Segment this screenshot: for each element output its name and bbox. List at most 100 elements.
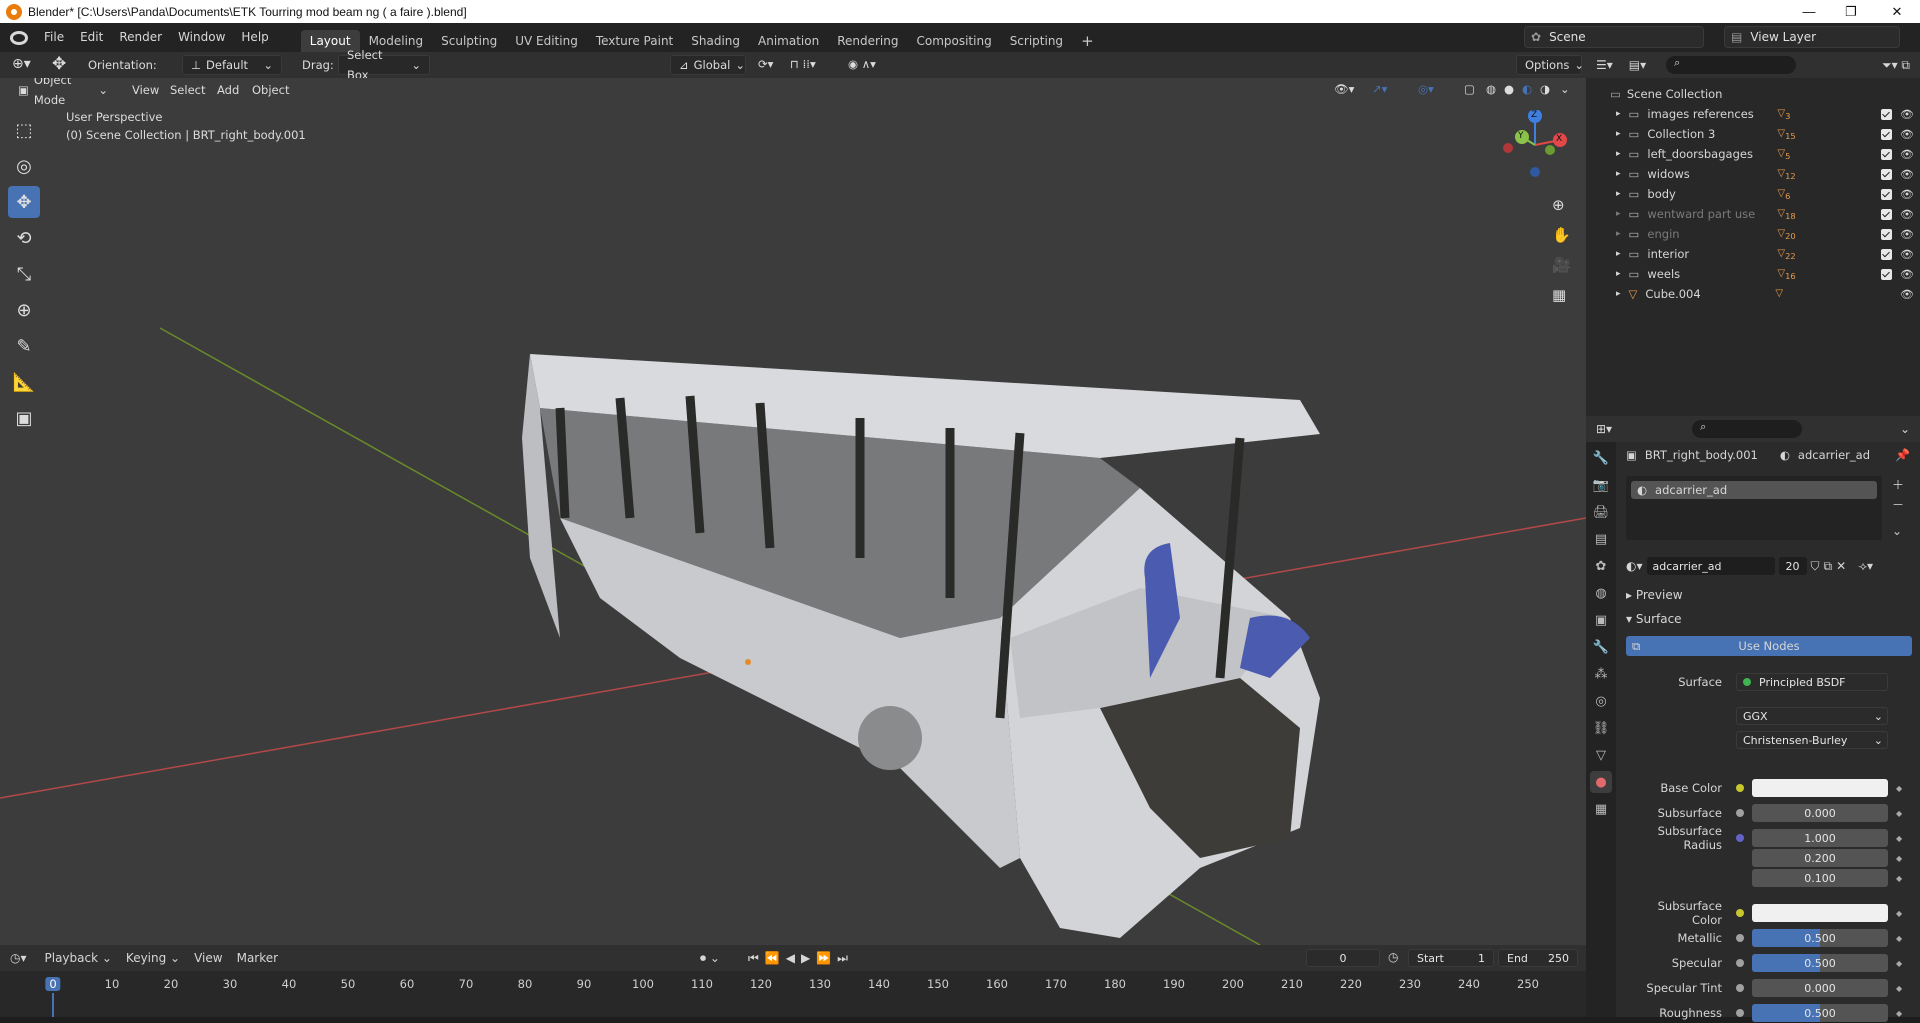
exclude-checkbox[interactable] [1881,208,1892,220]
tab-shading[interactable]: Shading [682,30,749,52]
tab-rendering[interactable]: Rendering [828,30,907,52]
snap-magnet-icon[interactable]: ⊓ ⁞⁞▾ [790,57,816,71]
menu-timeline-view[interactable]: View [194,951,222,965]
keyframe-dot-icon[interactable]: ◆ [1896,809,1902,818]
unlink-material-icon[interactable]: ✕ [1836,559,1846,573]
param-number-field[interactable]: 0.100 [1752,869,1888,887]
use-nodes-button[interactable]: ⧉ Use Nodes [1626,636,1912,656]
outliner-item[interactable]: ▸ ▭ wentward part use ▽18 👁 [1586,204,1920,224]
outliner-item[interactable]: ▸ ▭ engin ▽20 👁 [1586,224,1920,244]
wireframe-shading-icon[interactable]: ◍ [1486,82,1496,96]
eye-icon[interactable]: 👁 [1900,288,1914,301]
eye-icon[interactable]: 👁 [1900,168,1914,181]
param-number-field[interactable]: 1.000 [1752,829,1888,847]
rendered-shading-icon[interactable]: ◑ [1540,82,1550,96]
filter-icon[interactable]: ⏷▾ ⧉ [1882,58,1910,73]
3d-viewport[interactable]: ▣ Object Mode ⌄ View Select Add Object 👁▾ … [0,78,1586,945]
scale-icon[interactable]: ⤡ [8,258,40,290]
slot-specials-icon[interactable]: ⌄ [1892,524,1902,538]
minimize-button[interactable]: — [1786,0,1832,23]
preview-panel-header[interactable]: ▸ Preview [1626,588,1683,602]
eye-icon[interactable]: 👁 [1900,268,1914,281]
keyframe-dot-icon[interactable]: ◆ [1896,934,1902,943]
visibility-icon[interactable]: 👁▾ [1334,82,1354,96]
outliner-editor-icon[interactable]: ☰▾ [1596,58,1613,72]
current-frame-field[interactable]: 0 [1306,949,1380,967]
blender-menu-icon[interactable] [10,30,28,45]
material-tab-icon[interactable]: ● [1590,771,1612,793]
material-slots-list[interactable]: ◐ adcarrier_ad [1626,476,1882,540]
keyframe-dot-icon[interactable]: ◆ [1896,784,1902,793]
auto-keying-icon[interactable]: ⏺ ⌄ [700,951,720,966]
end-frame-field[interactable]: End 250 [1498,949,1578,967]
physics-tab-icon[interactable]: ◎ [1590,690,1612,712]
zoom-icon[interactable]: ⊕ [1552,196,1565,214]
menu-view[interactable]: View [132,83,159,97]
eye-icon[interactable]: 👁 [1900,228,1914,241]
cursor-icon[interactable]: ◎ [8,150,40,182]
eye-icon[interactable]: 👁 [1900,128,1914,141]
add-slot-button[interactable]: ＋ [1892,476,1904,493]
maximize-button[interactable]: ❐ [1828,0,1874,23]
keyframe-dot-icon[interactable]: ◆ [1896,984,1902,993]
param-number-field[interactable]: 0.200 [1752,849,1888,867]
distribution-dropdown[interactable]: GGX ⌄ [1736,707,1888,725]
outliner-search-input[interactable]: ⌕ [1666,56,1797,74]
keyframe-dot-icon[interactable]: ◆ [1896,834,1902,843]
material-users-count[interactable]: 20 [1778,557,1807,575]
display-mode-icon[interactable]: ▤▾ [1629,58,1646,72]
scene-selector[interactable]: ✿ Scene [1524,26,1704,48]
param-number-field[interactable]: 0.000 [1752,979,1888,997]
add-workspace-button[interactable]: + [1072,30,1103,52]
exclude-checkbox[interactable] [1881,108,1892,120]
camera-view-icon[interactable]: 🎥 [1552,256,1571,274]
tab-compositing[interactable]: Compositing [907,30,1000,52]
view-layer-selector[interactable]: ▤ View Layer [1724,26,1900,48]
exclude-checkbox[interactable] [1881,228,1892,240]
annotate-icon[interactable]: ✎ [8,330,40,362]
exclude-checkbox[interactable] [1881,128,1892,140]
particles-tab-icon[interactable]: ⁂ [1590,663,1612,685]
outliner-item[interactable]: ▸ ▭ Collection 3 ▽15 👁 [1586,124,1920,144]
duplicate-material-icon[interactable]: ⧉ [1824,559,1833,574]
grid-view-icon[interactable]: ▦ [1552,286,1566,304]
start-frame-field[interactable]: Start 1 [1408,949,1494,967]
menu-marker[interactable]: Marker [237,951,278,965]
eye-icon[interactable]: 👁 [1900,248,1914,261]
surface-shader-field[interactable]: Principled BSDF [1736,673,1888,691]
menu-select[interactable]: Select [170,83,205,97]
close-button[interactable]: ✕ [1874,0,1920,23]
playback-controls[interactable]: ⏮⏪◀▶⏩⏭ [748,951,854,966]
menu-object[interactable]: Object [252,83,289,97]
output-tab-icon[interactable]: 🖨 [1590,501,1612,523]
eye-icon[interactable]: 👁 [1900,188,1914,201]
subsurface-method-dropdown[interactable]: Christensen-Burley ⌄ [1736,731,1888,749]
expand-arrow-icon[interactable]: ▸ [1616,209,1621,219]
select-box-icon[interactable]: ⬚ [8,114,40,146]
keyframe-dot-icon[interactable]: ◆ [1896,909,1902,918]
param-number-field[interactable]: 0.000 [1752,804,1888,822]
tab-sculpting[interactable]: Sculpting [432,30,506,52]
tab-animation[interactable]: Animation [749,30,828,52]
exclude-checkbox[interactable] [1881,248,1892,260]
menu-help[interactable]: Help [233,23,276,52]
timeline-editor-icon[interactable]: ◷▾ [10,951,27,965]
outliner-item[interactable]: ▸ ▭ interior ▽22 👁 [1586,244,1920,264]
move-icon[interactable]: ✥ [8,186,40,218]
playhead-line[interactable] [52,993,54,1017]
solid-shading-icon[interactable]: ● [1504,82,1514,96]
expand-arrow-icon[interactable]: ▸ [1616,129,1621,139]
outliner-item[interactable]: ▸ ▭ images references ▽3 👁 [1586,104,1920,124]
surface-panel-header[interactable]: ▾ Surface [1626,612,1682,626]
keyframe-dot-icon[interactable]: ◆ [1896,1009,1902,1018]
tab-scripting[interactable]: Scripting [1001,30,1072,52]
fake-user-icon[interactable]: ⛉ [1811,559,1820,574]
orientation-dropdown[interactable]: ⊥ Default ⌄ [182,55,282,75]
menu-playback[interactable]: Playback ⌄ [45,951,112,965]
expand-arrow-icon[interactable]: ▸ [1616,249,1621,259]
color-swatch[interactable] [1752,904,1888,922]
xray-icon[interactable]: ▢ [1464,82,1475,96]
expand-arrow-icon[interactable]: ▸ [1616,169,1621,179]
color-swatch[interactable] [1752,779,1888,797]
render-tab-icon[interactable]: 📷 [1590,474,1612,496]
